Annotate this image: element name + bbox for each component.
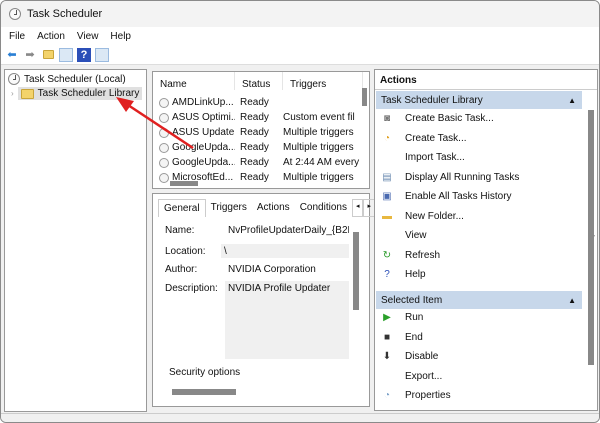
arrow-shaft <box>127 103 194 150</box>
annotation-arrow <box>116 97 194 150</box>
arrow-head <box>116 97 134 112</box>
